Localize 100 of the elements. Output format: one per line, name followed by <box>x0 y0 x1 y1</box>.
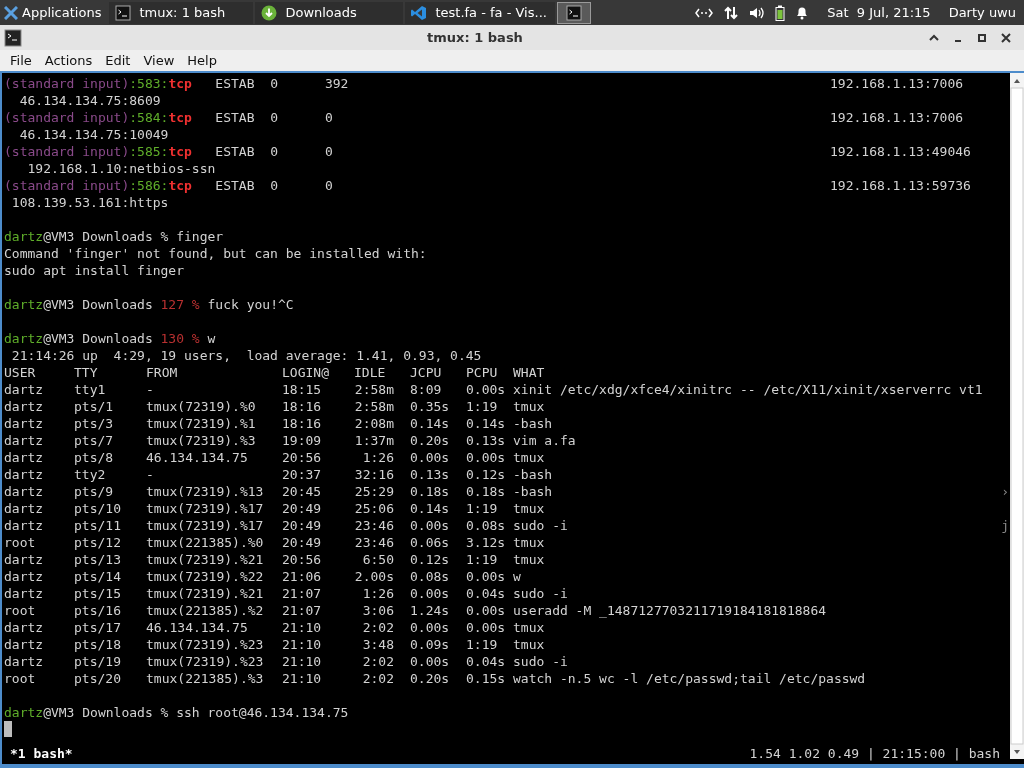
table-cell-text: 0.08s <box>410 568 451 585</box>
table-cell-text: 46.134.134.75 <box>146 619 249 636</box>
terminal-text: @VM3 Downloads % finger <box>43 228 224 245</box>
terminal-text: tcp <box>168 109 192 126</box>
table-cell-text: 1:19 <box>466 551 499 568</box>
table-cell-text: 25:29 <box>354 483 395 500</box>
table-cell-text: 6:50 <box>361 551 395 568</box>
table-cell-text: pts/12 <box>74 534 122 551</box>
table-cell-text: pts/16 <box>74 602 122 619</box>
table-cell-text: 1:19 <box>466 636 499 653</box>
terminal-text: :585: <box>129 143 169 160</box>
column-header: LOGIN@ <box>282 364 330 381</box>
terminal-text: (standard input) <box>4 177 130 194</box>
table-cell-text: tmux(72319).%1 <box>146 415 257 432</box>
table-cell-text: 20:56 <box>282 551 323 568</box>
menu-item[interactable]: Actions <box>38 50 99 71</box>
table-cell: vim a.fa <box>513 432 576 449</box>
table-cell-text: tmux(72319).%0 <box>146 398 257 415</box>
menu-item[interactable]: View <box>137 50 181 71</box>
terminal-text: 192.168.1.10:netbios-ssn <box>26 160 216 177</box>
table-cell-text: 0.18s <box>466 483 507 500</box>
table-cell-text: 0.12s <box>410 551 451 568</box>
table-cell-text: 0.00s <box>410 653 451 670</box>
download-icon <box>261 4 278 21</box>
table-cell-text: tmux(72319).%21 <box>146 585 265 602</box>
table-cell-text: pts/3 <box>74 415 115 432</box>
table-cell-text: 0.14s <box>410 500 451 517</box>
table-cell-text: tmux(72319).%17 <box>146 517 265 534</box>
taskbar-button[interactable]: tmux: 1 bash <box>109 1 254 24</box>
terminal-text: w <box>206 330 216 347</box>
table-cell-text: 21:10 <box>282 670 323 687</box>
table-cell: sudo -i <box>513 517 568 534</box>
terminal-text: (standard input) <box>4 75 130 92</box>
terminal-text: @VM3 Downloads <box>43 330 154 347</box>
table-cell-text: 0.00s <box>410 585 451 602</box>
terminal-text: fuck you!^C <box>206 296 294 313</box>
terminal-text: (standard input) <box>4 143 130 160</box>
table-cell: -bash <box>513 466 553 483</box>
table-cell-text: pts/14 <box>74 568 122 585</box>
network-icon <box>695 6 714 19</box>
applications-menu-button[interactable]: Applications <box>0 0 106 25</box>
maximize-icon[interactable] <box>976 31 988 44</box>
table-cell-text: 0.08s <box>466 517 507 534</box>
menu-item[interactable]: Help <box>181 50 223 71</box>
terminal-icon <box>566 4 583 21</box>
table-cell-text: pts/13 <box>74 551 122 568</box>
table-cell-text: 23:46 <box>354 517 395 534</box>
table-cell-text: 20:56 <box>282 449 323 466</box>
table-cell-text: 2.00s <box>354 568 395 585</box>
terminal-text: 192.168.1.13:59736 <box>830 177 972 194</box>
table-cell-text: 21:06 <box>282 568 323 585</box>
table-cell-text: dartz <box>4 500 45 517</box>
terminal-text: 127 % <box>160 296 200 313</box>
table-cell-text: 0.04s <box>466 585 507 602</box>
table-cell-text: 1:26 <box>361 585 395 602</box>
table-cell-text: dartz <box>4 466 45 483</box>
transfer-arrows-icon <box>723 4 740 21</box>
terminal-text: tcp <box>168 177 192 194</box>
table-cell-text: 2:02 <box>361 670 395 687</box>
table-cell-text: 3:06 <box>361 602 395 619</box>
table-cell-text: 2:08m <box>354 415 395 432</box>
terminal-text: dartz <box>4 704 44 721</box>
terminal-text: tcp <box>168 75 192 92</box>
tmux-status-text: 1.54 1.02 0.49 | 21:15:00 | bash <box>749 745 1001 762</box>
menu-item[interactable]: File <box>4 50 38 71</box>
terminal-text: 130 % <box>160 330 200 347</box>
clock: Sat 9 Jul, 21:15 <box>827 3 931 22</box>
table-cell-text: 20:49 <box>282 534 323 551</box>
terminal-text: (standard input) <box>4 109 130 126</box>
table-cell-text: dartz <box>4 432 45 449</box>
table-cell-text: tmux(221385).%3 <box>146 670 265 687</box>
tmux-window-label: *1 bash* <box>9 745 73 762</box>
taskbar-button[interactable]: test.fa - fa - Vis... <box>405 1 556 24</box>
table-cell-text: 0.00s <box>466 602 507 619</box>
volume-icon <box>749 5 766 20</box>
table-cell-text: dartz <box>4 619 45 636</box>
table-cell-text: pts/10 <box>74 500 122 517</box>
table-cell-text: 0.13s <box>410 466 451 483</box>
taskbar-button[interactable] <box>557 1 592 24</box>
table-cell: sudo -i <box>513 653 568 670</box>
table-cell-text: 21:10 <box>282 636 323 653</box>
scrollbar[interactable] <box>1010 73 1024 759</box>
user-name[interactable]: Darty uwu <box>948 2 1016 23</box>
table-cell-text: root <box>4 534 37 551</box>
table-cell-text: 19:09 <box>282 432 323 449</box>
close-icon[interactable] <box>1000 31 1012 44</box>
table-cell-text: 2:02 <box>361 653 395 670</box>
menu-item[interactable]: Edit <box>99 50 137 71</box>
taskbar-button[interactable]: Downloads <box>255 1 404 24</box>
table-cell: tmux <box>513 500 545 517</box>
table-cell-text: 0.00s <box>466 619 507 636</box>
table-cell-text: 0.09s <box>410 636 451 653</box>
table-cell-text: pts/17 <box>74 619 122 636</box>
table-cell-text: 21:10 <box>282 653 323 670</box>
table-cell-text: pts/19 <box>74 653 122 670</box>
table-cell-text: tmux(72319).%3 <box>146 432 257 449</box>
table-cell-text: 20:45 <box>282 483 323 500</box>
table-cell-text: tmux(221385).%0 <box>146 534 265 551</box>
terminal-icon <box>4 28 22 47</box>
table-cell-text: pts/15 <box>74 585 122 602</box>
